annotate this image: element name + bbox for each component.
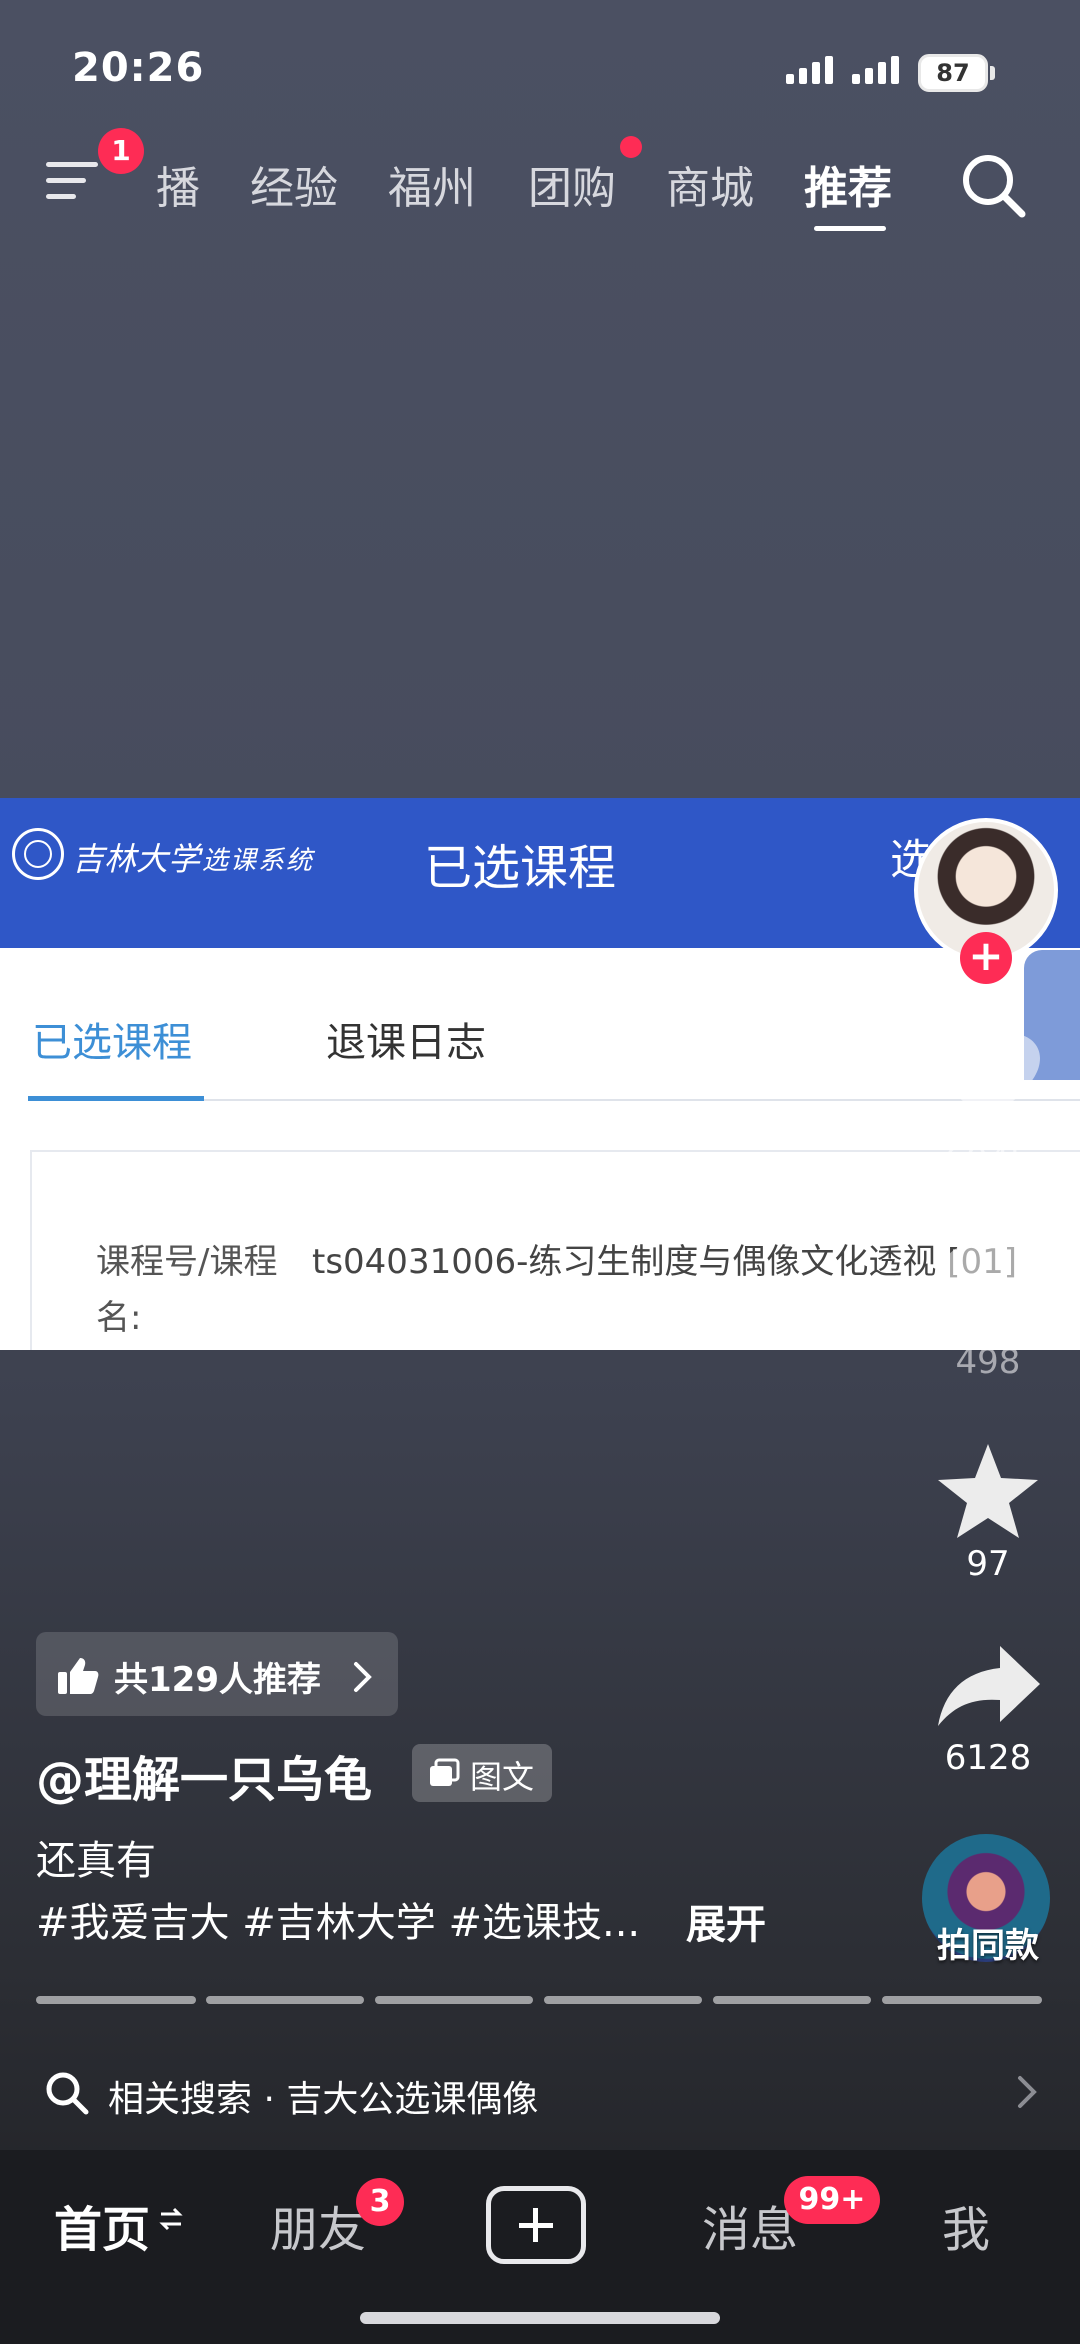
comment-icon[interactable]: [930, 1234, 1046, 1334]
tab-recommend[interactable]: 推荐: [804, 152, 892, 216]
thumbs-up-icon: [58, 1658, 99, 1694]
like-count: 6945: [944, 1140, 1032, 1180]
recommend-text: 共129人推荐: [114, 1660, 321, 1700]
system-name: 选课系统: [202, 846, 315, 876]
image-tab-indicator: [28, 1096, 204, 1101]
create-plus-button[interactable]: [486, 2186, 586, 2264]
chevron-right-icon: [354, 1662, 372, 1692]
favorite-star-icon[interactable]: [930, 1440, 1046, 1540]
expand-button[interactable]: 展开: [686, 1892, 766, 1950]
nav-me[interactable]: 我: [942, 2190, 990, 2260]
menu-icon[interactable]: [46, 158, 98, 202]
jlu-logo-icon: [12, 828, 64, 880]
search-icon[interactable]: [958, 150, 1028, 220]
slide-progress-2: [206, 1996, 364, 2004]
related-search-text: 相关搜索 · 吉大公选课偶像: [108, 2079, 539, 2120]
messages-badge: 99+: [784, 2176, 880, 2224]
friends-badge: 3: [356, 2178, 404, 2226]
home-indicator[interactable]: [360, 2312, 720, 2324]
menu-badge: 1: [98, 128, 144, 174]
tab-new-dot: [620, 136, 642, 158]
related-chevron-icon: [1018, 2076, 1037, 2108]
active-tab-indicator: [814, 226, 886, 231]
type-label: 图文: [470, 1758, 535, 1796]
nav-home[interactable]: 首页: [54, 2190, 150, 2260]
share-arrow-icon[interactable]: [930, 1640, 1046, 1740]
related-search-icon: [46, 2072, 89, 2115]
follow-button[interactable]: +: [960, 932, 1012, 984]
course-field-value: ts04031006-练习生制度与偶像文化透视 [01]: [312, 1242, 1017, 1282]
school-name: 吉林大学: [72, 840, 201, 878]
comment-count: 498: [955, 1342, 1021, 1382]
tab-mall[interactable]: 商城: [666, 152, 754, 216]
music-label[interactable]: 拍同款: [918, 1918, 1058, 1967]
slide-progress-4: [544, 1996, 702, 2004]
image-page-title: 已选课程: [424, 840, 617, 896]
status-time: 20:26: [72, 45, 205, 91]
caption-line-1: 还真有: [36, 1838, 156, 1884]
slide-progress-6: [882, 1996, 1042, 2004]
cellular-signal-2-icon: [852, 56, 899, 84]
battery-tip: [990, 66, 995, 80]
slide-progress-3: [375, 1996, 533, 2004]
cellular-signal-icon: [786, 56, 833, 84]
image-post-icon: [430, 1758, 460, 1786]
caption-hashtags[interactable]: #我爱吉大 #吉林大学 #选课技...: [36, 1892, 640, 1954]
tab-fuzhou[interactable]: 福州: [388, 152, 476, 216]
image-tab-drop-log: 退课日志: [326, 1020, 486, 1066]
author-name[interactable]: @理解一只乌龟: [36, 1740, 372, 1810]
course-field-label: 课程号/课程名:: [96, 1242, 278, 1338]
battery-icon: 87: [918, 54, 988, 92]
tab-group-buy[interactable]: 团购: [528, 152, 616, 216]
share-count: 6128: [944, 1738, 1032, 1778]
image-tab-selected-courses: 已选课程: [32, 1020, 192, 1066]
caption: 还真有 #我爱吉大 #吉林大学 #选课技...: [36, 1830, 640, 1954]
favorite-count: 97: [966, 1544, 1010, 1584]
tab-experience[interactable]: 经验: [250, 152, 338, 216]
slide-progress-1: [36, 1996, 196, 2004]
nav-friends[interactable]: 朋友: [270, 2190, 366, 2260]
tab-live[interactable]: 播: [156, 152, 200, 216]
like-heart-icon[interactable]: [930, 1030, 1046, 1130]
slide-progress-5: [713, 1996, 871, 2004]
refresh-swap-icon: [159, 2207, 183, 2231]
